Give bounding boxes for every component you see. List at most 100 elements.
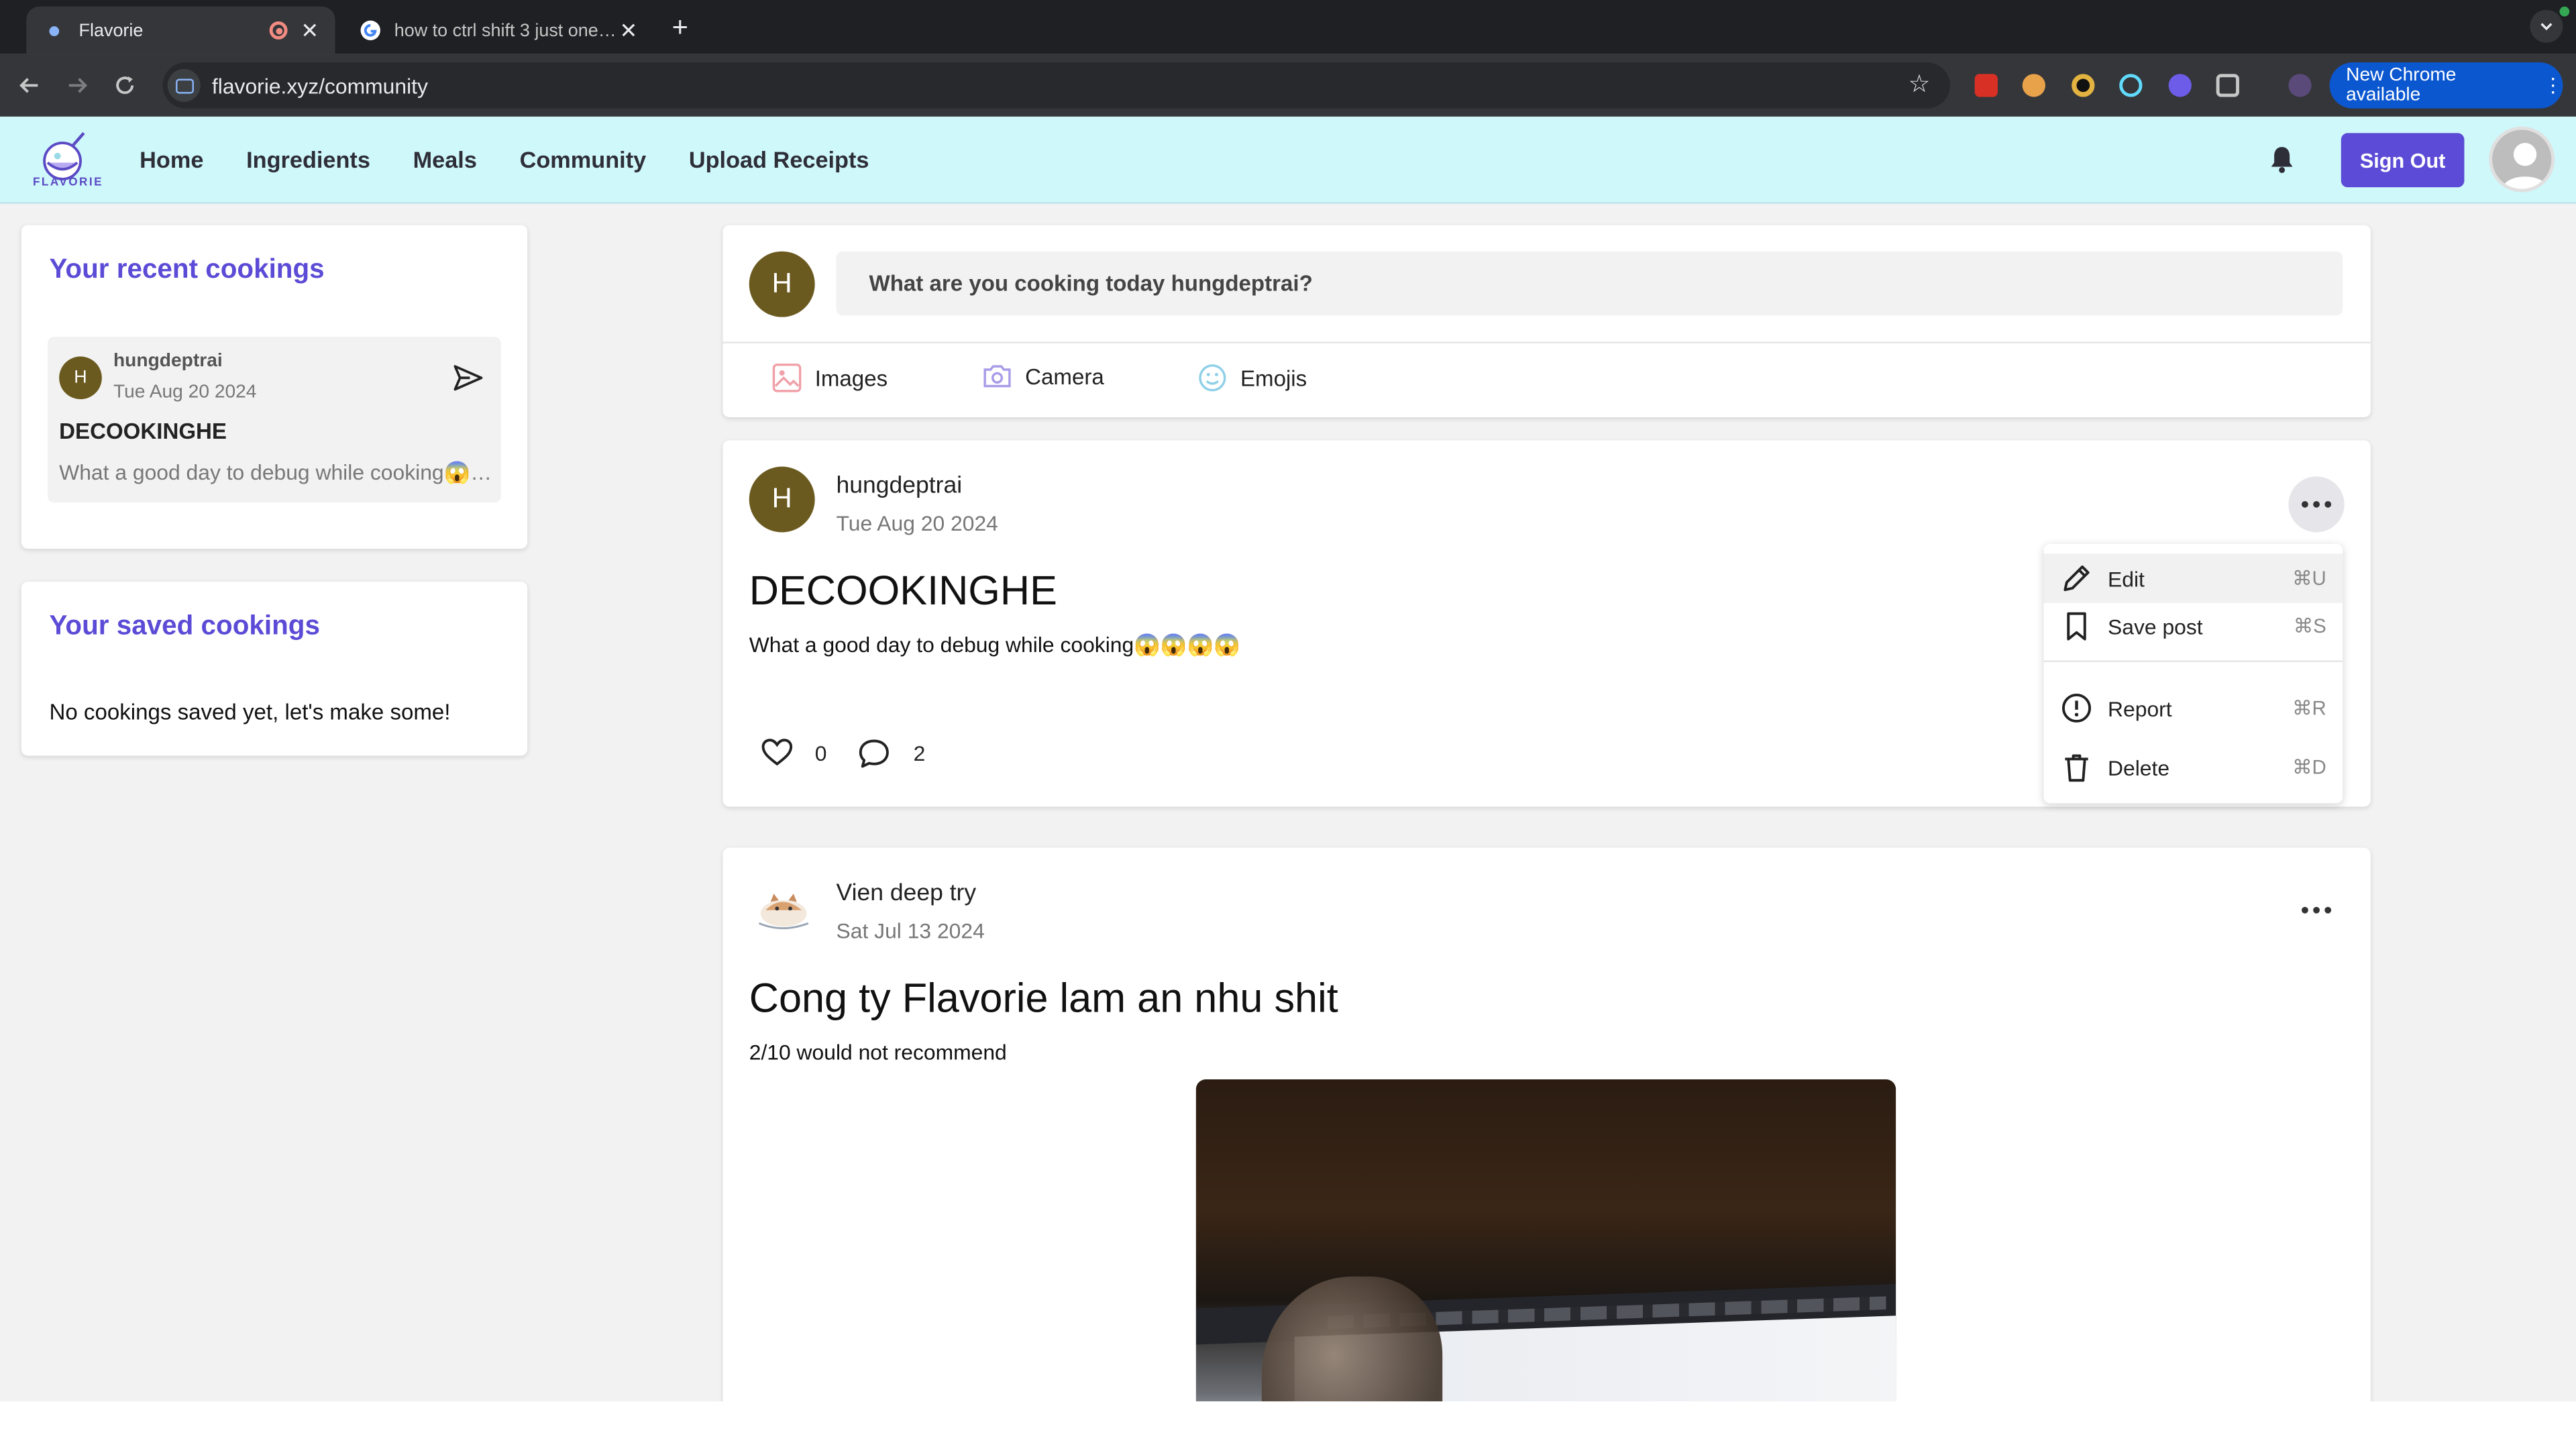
menu-label: Save post — [2108, 613, 2203, 639]
bell-icon[interactable] — [2269, 145, 2295, 174]
back-button[interactable] — [13, 69, 46, 102]
post-title: DECOOKINGHE — [749, 568, 1057, 614]
send-icon[interactable] — [451, 362, 484, 394]
post-date: Tue Aug 20 2024 — [836, 511, 998, 536]
more-horizontal-icon — [2302, 906, 2332, 914]
nav-home[interactable]: Home — [140, 146, 203, 172]
image-icon — [772, 363, 802, 392]
menu-shortcut: ⌘S — [2293, 614, 2326, 638]
post-composer: H What are you cooking today hungdeptrai… — [722, 225, 2371, 418]
menu-separator — [2043, 660, 2343, 662]
browser-toolbar: flavorie.xyz/community ☆ New Chrome avai… — [0, 54, 2576, 117]
url-text[interactable]: flavorie.xyz/community — [212, 73, 428, 98]
logo-text: FLAVORIE — [32, 177, 103, 189]
images-label: Images — [814, 365, 888, 390]
post-context-menu: Edit ⌘U Save post ⌘S Report ⌘R Delete ⌘D — [2043, 543, 2343, 804]
camera-icon — [983, 365, 1011, 388]
react-devtools-icon[interactable] — [2119, 74, 2143, 97]
menu-shortcut: ⌘U — [2292, 566, 2326, 590]
emojis-label: Emojis — [1240, 365, 1307, 390]
extension-circle-icon[interactable] — [2072, 74, 2095, 97]
post-body: What a good day to debug while cooking😱😱… — [749, 632, 1240, 657]
recent-title: DECOOKINGHE — [59, 419, 227, 444]
google-favicon-icon — [358, 19, 381, 42]
forward-button[interactable] — [61, 69, 94, 102]
comment-button[interactable]: 2 — [857, 738, 925, 769]
saved-cookings-heading: Your saved cookings — [49, 611, 320, 641]
post-title: Cong ty Flavorie lam an nhu shit — [749, 975, 1338, 1022]
post-author[interactable]: hungdeptrai — [837, 473, 963, 499]
menu-shortcut: ⌘D — [2292, 755, 2326, 779]
menu-label: Edit — [2108, 566, 2145, 591]
recording-icon — [269, 21, 288, 40]
compose-input[interactable]: What are you cooking today hungdeptrai? — [836, 251, 2343, 316]
user-avatar[interactable] — [2489, 126, 2555, 193]
menu-label: Report — [2108, 696, 2172, 720]
menu-shortcut: ⌘R — [2292, 696, 2326, 720]
recent-cooking-item[interactable]: H hungdeptrai Tue Aug 20 2024 DECOOKINGH… — [48, 337, 501, 503]
browser-tab-strip: Flavorie ✕ how to ctrl shift 3 just one … — [0, 0, 2576, 54]
nav-meals[interactable]: Meals — [413, 146, 477, 172]
sign-out-button[interactable]: Sign Out — [2341, 133, 2465, 188]
post-more-button[interactable] — [2288, 476, 2345, 533]
menu-label: Delete — [2108, 755, 2170, 780]
page: Flavorie ✕ how to ctrl shift 3 just one … — [0, 0, 2576, 1449]
flavorie-favicon-icon — [43, 19, 66, 42]
saved-cookings-card: Your saved cookings No cookings saved ye… — [21, 581, 528, 756]
saved-empty-text: No cookings saved yet, let's make some! — [49, 700, 451, 725]
main-nav: Home Ingredients Meals Community Upload … — [140, 146, 912, 172]
recent-cookings-heading: Your recent cookings — [49, 254, 325, 284]
post-author[interactable]: Vien deep try — [837, 881, 977, 907]
post-date: Sat Jul 13 2024 — [836, 918, 985, 943]
nav-ingredients[interactable]: Ingredients — [246, 146, 370, 172]
menu-item-report[interactable]: Report ⌘R — [2044, 684, 2343, 733]
post-card: Vien deep try Sat Jul 13 2024 Cong ty Fl… — [722, 847, 2371, 1449]
camera-label: Camera — [1025, 364, 1104, 389]
emoji-icon — [1199, 364, 1226, 392]
menu-item-edit[interactable]: Edit ⌘U — [2043, 553, 2343, 603]
close-tab-icon[interactable]: ✕ — [301, 17, 319, 44]
bookmark-icon — [2067, 612, 2086, 641]
trash-icon — [2065, 754, 2088, 782]
new-tab-button[interactable]: + — [672, 11, 688, 44]
tab-google-search[interactable]: how to ctrl shift 3 just one monitor ✕ — [341, 7, 653, 54]
like-button[interactable]: 0 — [761, 738, 827, 767]
site-info-icon[interactable] — [167, 68, 201, 102]
pencil-icon — [2063, 565, 2090, 592]
post-more-button[interactable] — [2288, 882, 2344, 938]
cat-avatar-icon — [758, 894, 809, 930]
nav-upload-receipts[interactable]: Upload Receipts — [689, 146, 869, 172]
close-tab-icon[interactable]: ✕ — [619, 17, 637, 44]
menu-item-delete[interactable]: Delete ⌘D — [2044, 743, 2343, 792]
bottom-strip — [0, 1401, 2576, 1449]
camera-button[interactable]: Camera — [982, 363, 1104, 389]
like-count: 0 — [814, 740, 827, 765]
avatar: H — [59, 356, 102, 400]
reload-button[interactable] — [109, 69, 142, 102]
extension-gear-icon[interactable] — [2168, 74, 2192, 97]
status-dot — [2559, 6, 2570, 17]
recent-username: hungdeptrai — [113, 352, 223, 372]
menu-item-save-post[interactable]: Save post ⌘S — [2044, 601, 2343, 650]
comment-count: 2 — [913, 741, 926, 766]
address-bar[interactable]: flavorie.xyz/community ☆ — [162, 62, 1950, 109]
divider — [722, 341, 2371, 343]
tab-title: how to ctrl shift 3 just one monitor — [394, 20, 620, 41]
heart-icon — [761, 739, 793, 766]
images-button[interactable]: Images — [772, 363, 888, 392]
extension-cookie-icon[interactable] — [2022, 74, 2045, 97]
extension-red-icon[interactable] — [1974, 74, 1998, 97]
new-chrome-available-button[interactable]: New Chrome available ⋮ — [2329, 62, 2563, 109]
tab-title: Flavorie — [78, 20, 144, 41]
avatar: H — [749, 251, 815, 317]
comment-icon — [859, 739, 889, 768]
nav-community[interactable]: Community — [520, 146, 647, 172]
bookmark-star-icon[interactable]: ☆ — [1909, 69, 1931, 99]
profile-avatar-icon[interactable] — [2288, 74, 2312, 97]
avatar: H — [749, 466, 815, 533]
tab-search-button[interactable] — [2530, 9, 2563, 43]
extensions-puzzle-icon[interactable] — [2216, 74, 2239, 97]
emojis-button[interactable]: Emojis — [1197, 363, 1307, 392]
post-photo[interactable] — [1195, 1079, 1896, 1449]
tab-flavorie[interactable]: Flavorie ✕ — [26, 6, 335, 54]
